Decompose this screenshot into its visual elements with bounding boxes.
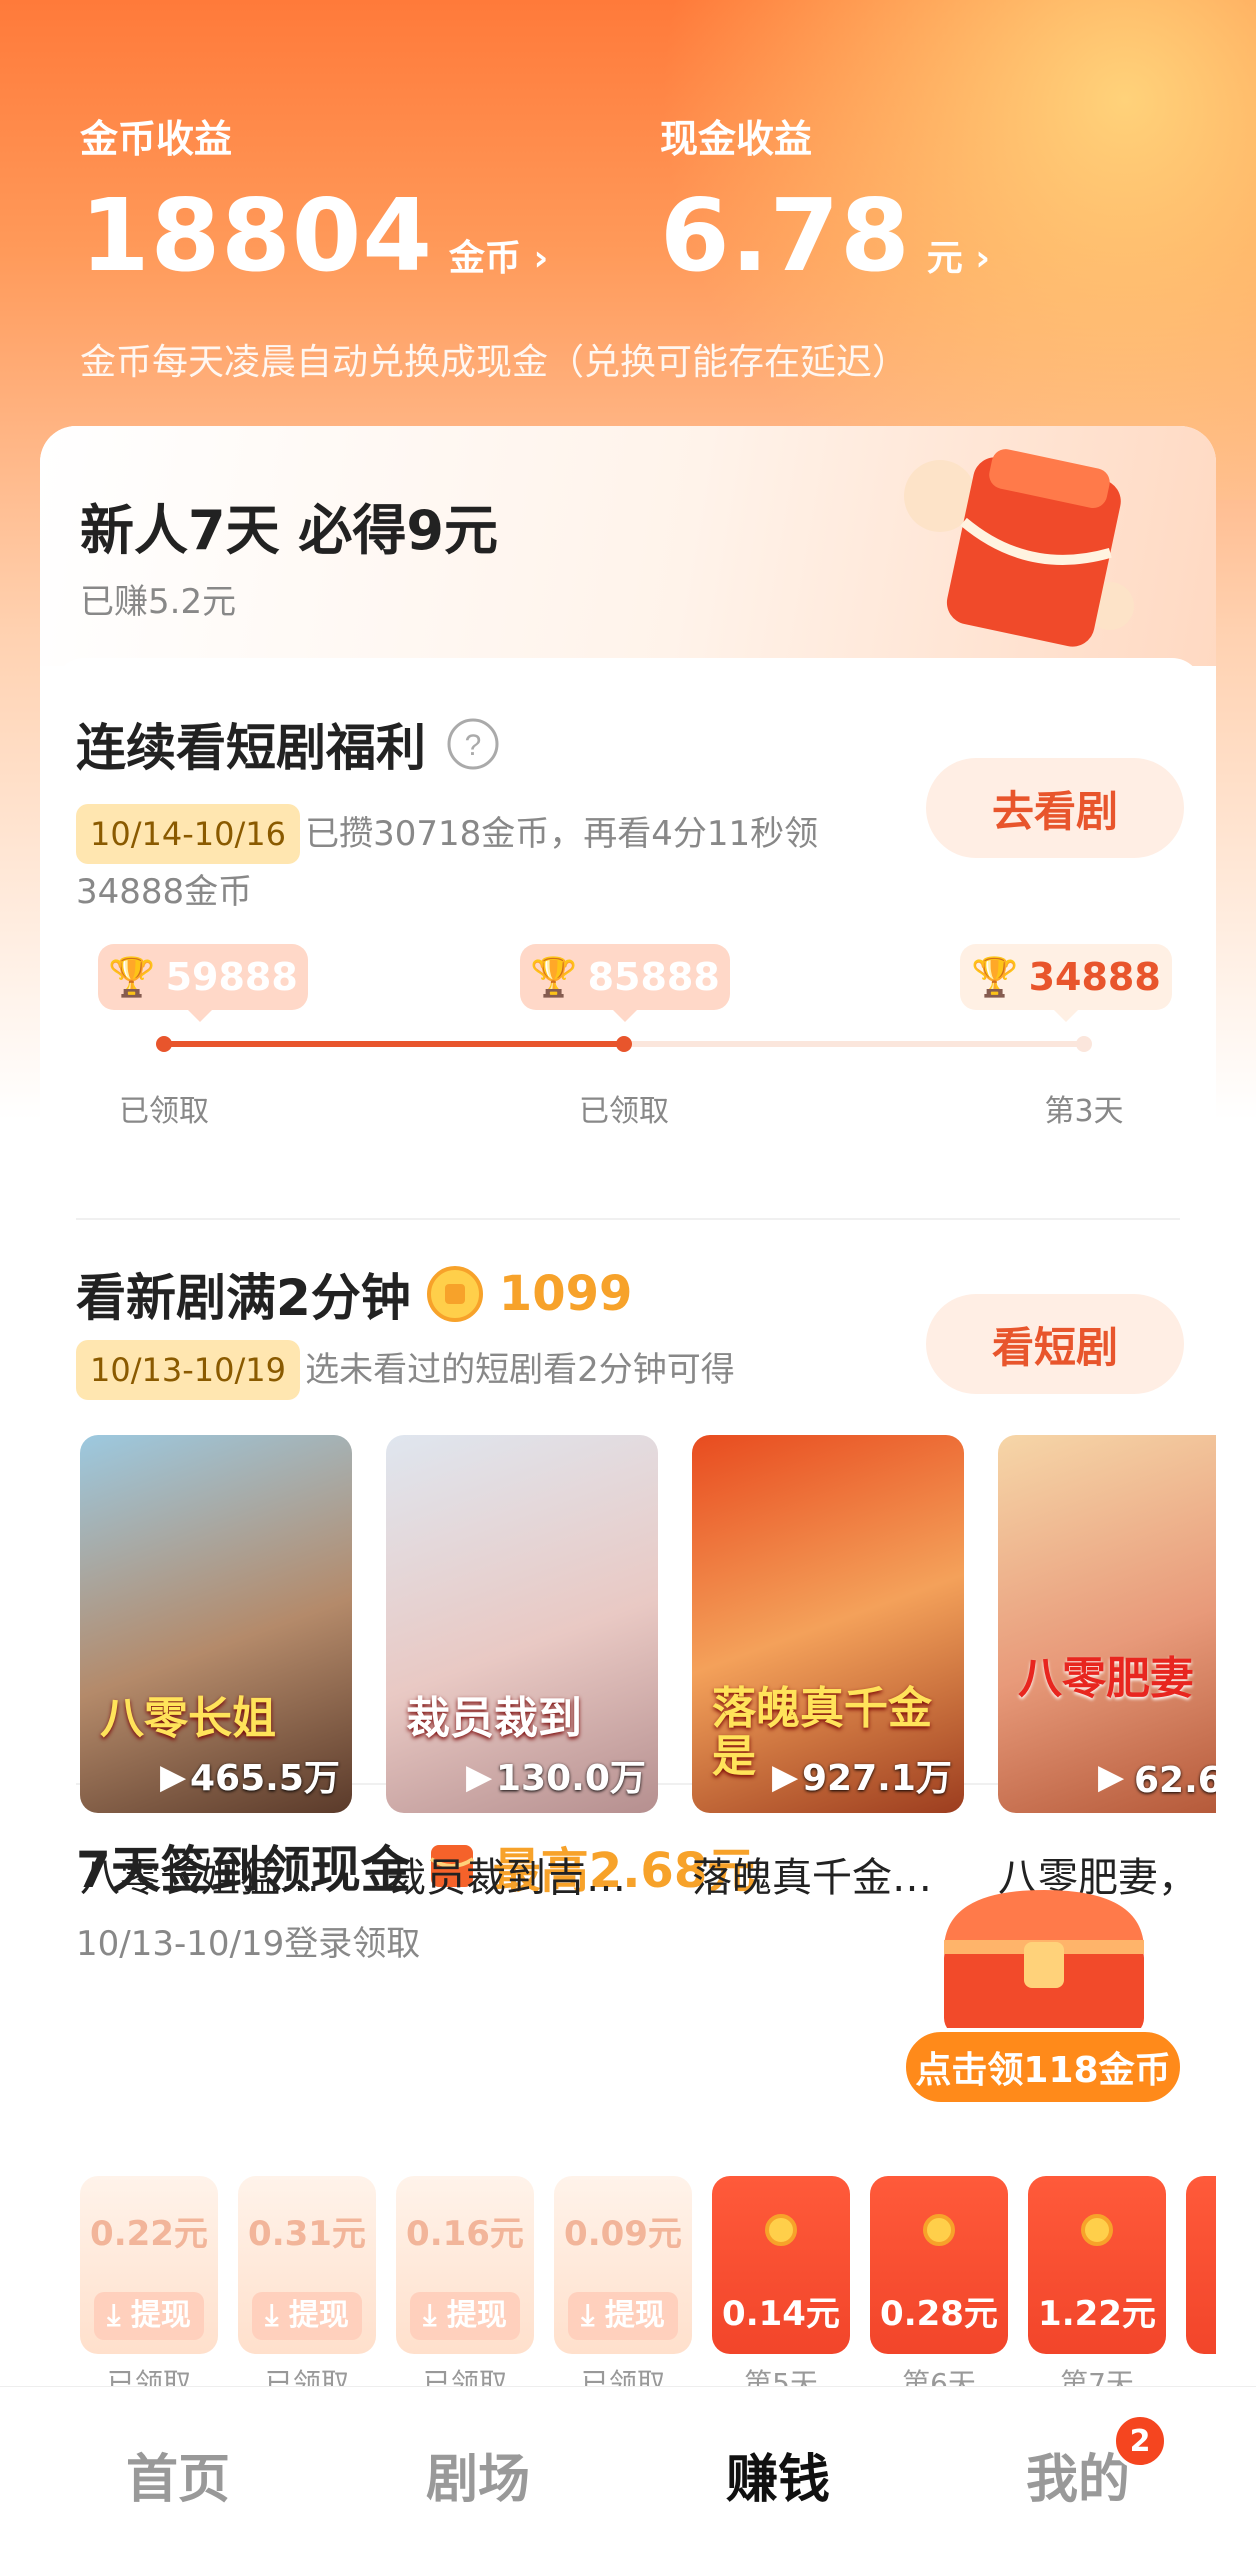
claim-coins-button[interactable]: 点击领118金币 — [902, 2028, 1184, 2106]
signin-day-6[interactable]: 0.28元 — [870, 2176, 1008, 2354]
binge-title: 连续看短剧福利 — [76, 719, 426, 777]
drama-poster-3[interactable]: 落魄真千金是 ▶ 927.1万 — [692, 1435, 964, 1813]
cash-earnings-value: 6.78 — [660, 177, 911, 294]
signin-day-amount: 0.31元 — [248, 2214, 366, 2254]
progress-dot-2 — [616, 1036, 632, 1052]
coin-earnings-value: 18804 — [80, 177, 433, 294]
coin-earnings[interactable]: 金币收益 18804 金币 › — [80, 108, 548, 294]
withdraw-icon: ⤓ — [265, 2298, 279, 2333]
signin-day-amount: 0.14元 — [722, 2294, 840, 2334]
milestone-2-label: 已领取 — [579, 1094, 669, 1129]
new-drama-reward: 1099 — [498, 1266, 633, 1322]
exchange-note: 金币每天凌晨自动兑换成现金（兑换可能存在延迟） — [80, 342, 909, 383]
svg-text:?: ? — [465, 729, 482, 762]
milestone-3-pointer — [1054, 1010, 1078, 1022]
withdraw-button[interactable]: ⤓ 提现 — [94, 2292, 204, 2340]
coin-earnings-label: 金币收益 — [80, 117, 233, 161]
signin-date-range: 10/13-10/19登录领取 — [76, 1924, 421, 1964]
watch-short-drama-button[interactable]: 看短剧 — [926, 1294, 1184, 1394]
milestone-1: 🏆 59888 — [98, 944, 308, 1010]
bottom-nav: 首页 剧场 赚钱 我的 2 — [0, 2386, 1256, 2566]
newbie-banner[interactable]: 新人7天 必得9元 已赚5.2元 — [40, 426, 1216, 666]
binge-header: 连续看短剧福利 ? — [76, 708, 500, 780]
gold-coin-icon — [426, 1266, 483, 1322]
signin-day-7[interactable]: 1.22元 — [1028, 2176, 1166, 2354]
poster-title-text: 八零长姐 — [100, 1693, 276, 1744]
coin-icon — [1081, 2214, 1113, 2246]
milestone-1-pointer — [188, 1010, 212, 1022]
binge-desc-row: 10/14-10/16 已攒30718金币，再看4分11秒领34888金币 — [76, 804, 876, 924]
drama-title-2[interactable]: 裁员裁到吉… — [386, 1845, 676, 1903]
withdraw-icon: ⤓ — [581, 2298, 595, 2333]
poster-views: 927.1万 — [802, 1758, 952, 1799]
newbie-title: 新人7天 必得9元 — [80, 499, 498, 562]
withdraw-button[interactable]: ⤓ 提现 — [252, 2292, 362, 2340]
play-icon: ▶ — [1098, 1757, 1125, 1797]
poster-title-text: 八零肥妻 — [1018, 1653, 1194, 1704]
treasure-chest-icon[interactable] — [924, 1880, 1164, 2040]
poster-views: 465.5万 — [190, 1758, 340, 1799]
signin-day-amount: 0.09元 — [564, 2214, 682, 2254]
new-drama-desc-row: 10/13-10/19 选未看过的短剧看2分钟可得 — [76, 1340, 735, 1402]
new-drama-date-pill: 10/13-10/19 — [76, 1340, 300, 1400]
milestone-2: 🏆 85888 — [520, 944, 730, 1010]
withdraw-button[interactable]: ⤓ 提现 — [410, 2292, 520, 2340]
signin-day-4[interactable]: 0.09元 ⤓ 提现 — [554, 2176, 692, 2354]
play-icon: ▶ — [772, 1757, 799, 1797]
trophy-icon: 🏆 — [530, 954, 578, 999]
progress-dot-3 — [1076, 1036, 1092, 1052]
signin-day-amount: 1.22元 — [1038, 2294, 1156, 2334]
milestone-3-amount: 34888 — [1028, 955, 1161, 999]
watch-drama-button[interactable]: 去看剧 — [926, 758, 1184, 858]
newbie-earned: 已赚5.2元 — [80, 582, 237, 622]
milestone-3-label: 第3天 — [1044, 1094, 1124, 1129]
nav-theater[interactable]: 剧场 — [368, 2437, 588, 2512]
poster-title-text: 裁员裁到 — [406, 1693, 582, 1744]
progress-dot-1 — [156, 1036, 172, 1052]
milestone-3: 🏆 34888 — [960, 944, 1172, 1010]
new-drama-title: 看新剧满2分钟 — [76, 1269, 411, 1327]
coin-earnings-unit: 金币 › — [448, 238, 549, 279]
play-icon: ▶ — [160, 1757, 187, 1797]
cash-earnings[interactable]: 现金收益 6.78 元 › — [660, 108, 990, 294]
signin-day-1[interactable]: 0.22元 ⤓ 提现 — [80, 2176, 218, 2354]
trophy-icon: 🏆 — [971, 954, 1019, 999]
signin-day-amount: 0.16元 — [406, 2214, 524, 2254]
cash-earnings-unit: 元 › — [926, 238, 991, 279]
question-circle-icon[interactable]: ? — [446, 717, 500, 771]
withdraw-icon: ⤓ — [107, 2298, 121, 2333]
progress-fill — [164, 1041, 624, 1047]
coin-icon — [765, 2214, 797, 2246]
trophy-icon: 🏆 — [108, 954, 156, 999]
withdraw-icon: ⤓ — [423, 2298, 437, 2333]
milestone-1-label: 已领取 — [119, 1094, 209, 1129]
nav-home[interactable]: 首页 — [68, 2437, 288, 2512]
divider — [76, 1218, 1180, 1220]
play-icon: ▶ — [466, 1757, 493, 1797]
signin-day-5[interactable]: 0.14元 — [712, 2176, 850, 2354]
withdraw-button[interactable]: ⤓ 提现 — [568, 2292, 678, 2340]
signin-day-3[interactable]: 0.16元 ⤓ 提现 — [396, 2176, 534, 2354]
signin-day-amount: 0.22元 — [90, 2214, 208, 2254]
binge-date-pill: 10/14-10/16 — [76, 804, 300, 864]
drama-poster-2[interactable]: 裁员裁到 ▶ 130.0万 — [386, 1435, 658, 1813]
signin-day-amount: 0.28元 — [880, 2294, 998, 2334]
poster-views: 130.0万 — [496, 1758, 646, 1799]
poster-views: 62.6 — [1134, 1760, 1216, 1801]
new-drama-header: 看新剧满2分钟 1099 — [76, 1258, 632, 1330]
red-envelope-icon — [904, 449, 1134, 647]
drama-poster-1[interactable]: 八零长姐 ▶ 465.5万 — [80, 1435, 352, 1813]
signin-day-2[interactable]: 0.31元 ⤓ 提现 — [238, 2176, 376, 2354]
milestone-1-amount: 59888 — [165, 955, 298, 999]
notification-badge: 2 — [1112, 2413, 1168, 2469]
new-drama-desc: 选未看过的短剧看2分钟可得 — [305, 1350, 735, 1390]
coin-icon — [923, 2214, 955, 2246]
nav-earn[interactable]: 赚钱 — [668, 2437, 888, 2512]
milestone-2-pointer — [613, 1010, 637, 1022]
cash-earnings-label: 现金收益 — [660, 117, 813, 161]
signin-day-overflow — [1186, 2176, 1216, 2354]
drama-poster-4[interactable]: 八零肥妻 ▶ 62.6 — [998, 1435, 1216, 1813]
drama-title-1[interactable]: 八零长姐猛… — [80, 1845, 370, 1903]
milestone-2-amount: 85888 — [587, 955, 720, 999]
